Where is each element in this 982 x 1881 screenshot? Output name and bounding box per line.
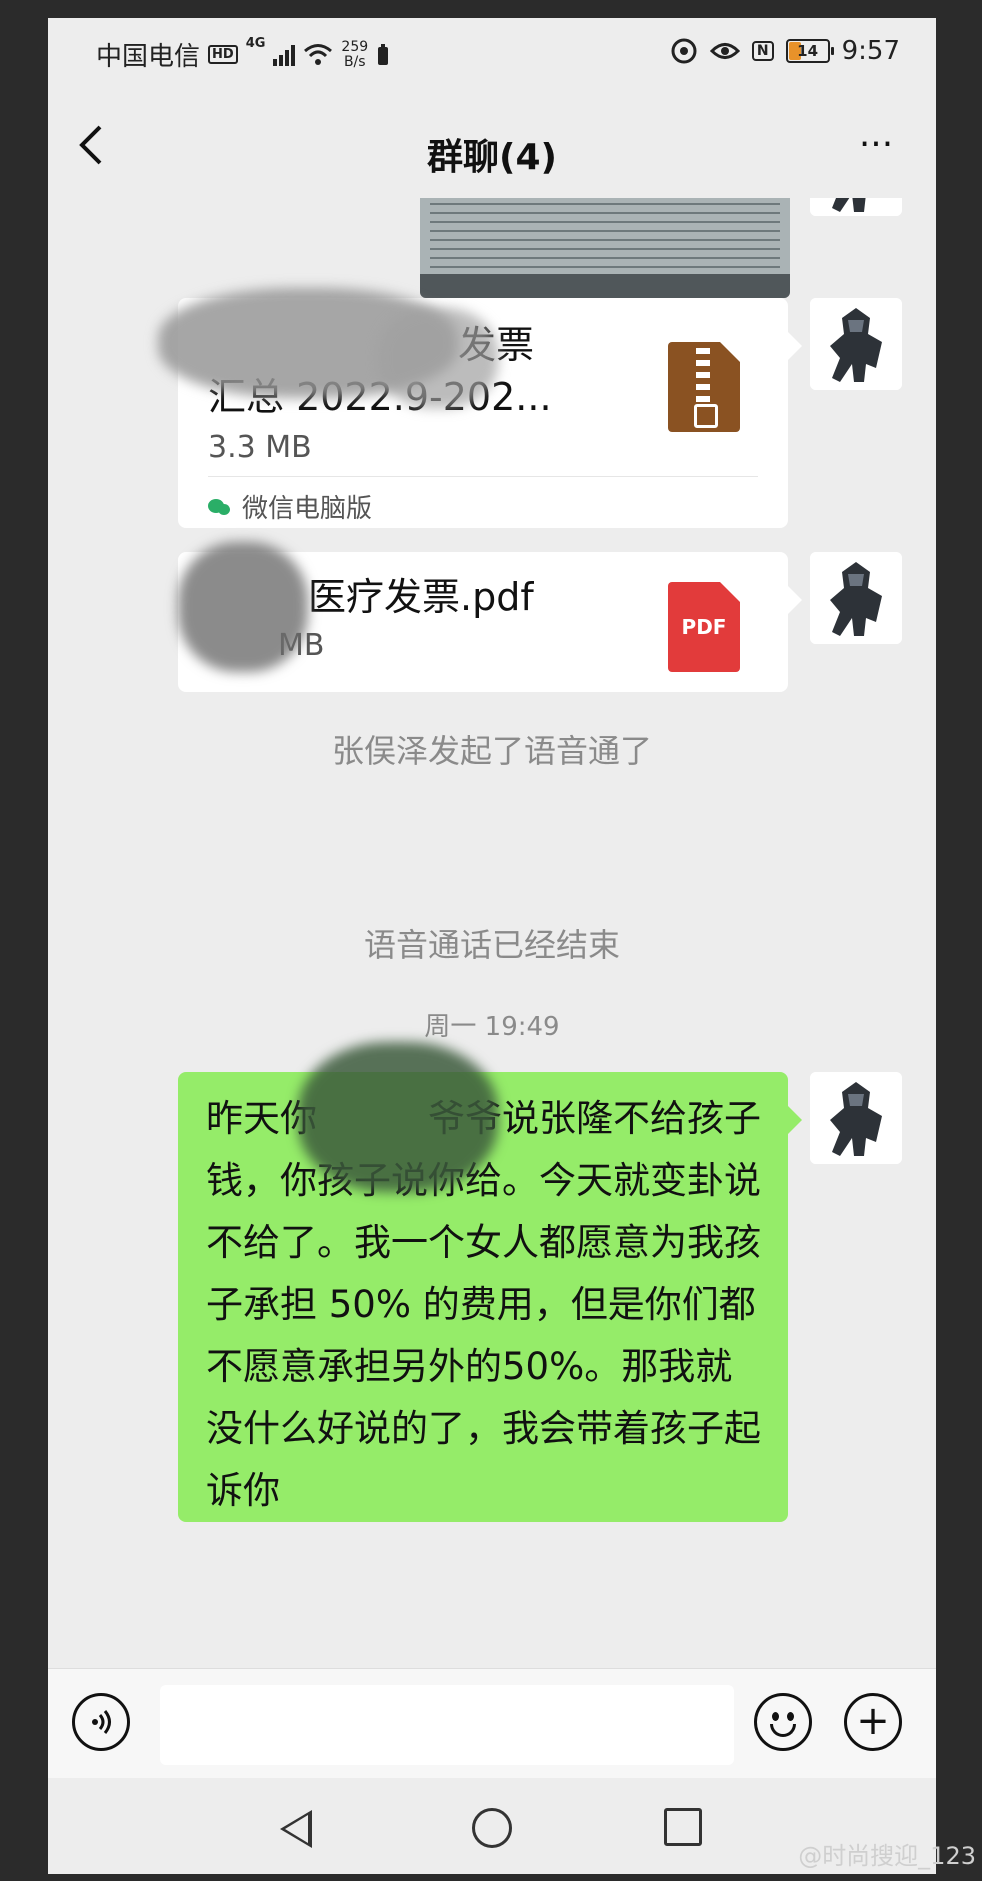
redaction-scribble (378, 308, 498, 408)
status-right: N 14 9:57 (670, 36, 900, 66)
text-message[interactable]: 昨天你 爷爷说张隆不给孩子钱，你孩子说你给。今天就变卦说不给了。我一个女人都愿意… (178, 1042, 802, 1522)
emoji-button[interactable] (754, 1693, 812, 1751)
status-bar: 中国电信 HD 4G 259 B/s N 14 9:57 (48, 18, 936, 88)
voice-button[interactable] (72, 1693, 130, 1751)
system-message: 张俣泽发起了语音通了 (331, 732, 652, 770)
battery-saver-icon (378, 43, 389, 65)
bubble-tail (788, 1106, 802, 1134)
file-source-label: 微信电脑版 (242, 494, 373, 524)
robot-avatar-icon (810, 1072, 902, 1164)
wechat-icon (208, 497, 232, 517)
redaction-scribble (298, 1042, 498, 1192)
hd-badge: HD (208, 45, 238, 64)
clock: 9:57 (841, 36, 900, 66)
more-functions-button[interactable]: + (844, 1693, 902, 1751)
eye-icon (709, 43, 740, 59)
bubble-tail (788, 332, 802, 360)
file-name: 医疗发票.pdf (308, 575, 534, 619)
voice-icon (92, 1710, 111, 1734)
more-button[interactable]: ··· (850, 120, 902, 170)
divider (208, 476, 758, 477)
emoji-mouth (770, 1724, 796, 1737)
bubble-tail (788, 586, 802, 614)
image-footer (420, 274, 790, 298)
message-input[interactable] (160, 1685, 734, 1765)
robot-avatar-icon (810, 198, 902, 216)
status-left: 中国电信 HD 4G 259 B/s (96, 36, 390, 73)
zipper-pull (694, 404, 718, 428)
chat-area[interactable]: 发票 汇总 2022.9-202... 3.3 MB 微信电脑版 (48, 198, 936, 1668)
speed-value: 259 (341, 38, 369, 55)
robot-avatar-icon (810, 298, 902, 390)
chat-title: 群聊(4) (427, 137, 557, 178)
file-size: 3.3 MB (208, 430, 312, 465)
avatar[interactable] (810, 298, 902, 390)
pdf-label: PDF (681, 615, 727, 639)
emoji-eye (787, 1712, 794, 1721)
pdf-file-icon: PDF (668, 582, 740, 672)
emoji-eye (772, 1712, 779, 1721)
redaction-scribble (178, 542, 308, 672)
network-speed: 259 B/s (341, 38, 369, 70)
avatar[interactable] (810, 552, 902, 644)
zipper (696, 348, 710, 408)
phone-screen: 中国电信 HD 4G 259 B/s N 14 9:57 群聊(4) ··· 汇… (48, 18, 936, 1874)
zip-file-icon (668, 342, 740, 432)
nav-back-icon[interactable] (280, 1810, 312, 1848)
network-type: 4G (245, 36, 266, 51)
wifi-icon (304, 43, 333, 65)
nfc-icon: N (751, 41, 774, 61)
signal-icon (273, 44, 296, 66)
nav-home-icon[interactable] (472, 1808, 512, 1848)
robot-avatar-icon (810, 552, 902, 644)
input-bar: + (48, 1668, 936, 1779)
carrier-name: 中国电信 (96, 42, 201, 72)
hotspot-icon (671, 38, 697, 64)
avatar[interactable] (810, 198, 902, 216)
chat-header: 群聊(4) ··· (48, 98, 936, 198)
file-message-zip[interactable]: 发票 汇总 2022.9-202... 3.3 MB 微信电脑版 (158, 288, 802, 528)
battery-icon: 14 (785, 39, 834, 63)
battery-level: 14 (797, 42, 819, 60)
message-timestamp: 周一 19:49 (424, 1012, 560, 1042)
file-message-pdf[interactable]: 医疗发票.pdf MB PDF (178, 542, 802, 692)
avatar[interactable] (810, 1072, 902, 1164)
file-source: 微信电脑版 (208, 488, 372, 525)
source-watermark: @时尚搜迎_123 (798, 1842, 976, 1870)
system-message: 语音通话已经结束 (363, 926, 620, 964)
image-message[interactable] (420, 198, 790, 298)
speed-unit: B/s (343, 53, 366, 70)
